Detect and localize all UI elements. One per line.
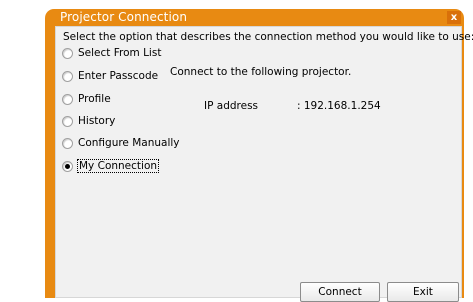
option-label: Profile (78, 93, 111, 105)
exit-button[interactable]: Exit (387, 282, 459, 302)
ip-address-value: : 192.168.1.254 (297, 100, 381, 112)
option-configure-manually[interactable]: Configure Manually (62, 136, 180, 150)
connect-button[interactable]: Connect (300, 282, 380, 302)
projector-connection-window: Projector Connection x Select the option… (45, 9, 473, 302)
close-button[interactable]: x (447, 11, 461, 24)
option-label: History (78, 115, 116, 127)
radio-button[interactable] (62, 137, 73, 149)
dialog-body: Select the option that describes the con… (55, 26, 473, 302)
close-icon: x (450, 12, 458, 23)
option-enter-passcode[interactable]: Enter Passcode (62, 69, 158, 83)
option-label: Select From List (78, 47, 162, 59)
option-label: Enter Passcode (78, 70, 159, 82)
option-select-from-list[interactable]: Select From List (62, 46, 161, 60)
radio-button[interactable] (62, 70, 73, 82)
radio-button[interactable] (62, 47, 73, 59)
radio-button[interactable] (62, 93, 73, 105)
connect-description: Connect to the following projector. (170, 66, 352, 78)
option-history[interactable]: History (62, 114, 115, 128)
option-label: Configure Manually (78, 137, 180, 149)
ip-address-label: IP address (204, 100, 259, 112)
option-label: My Connection (76, 159, 160, 173)
window-title: Projector Connection (60, 10, 188, 24)
radio-button-selected[interactable] (62, 160, 73, 172)
instruction-text: Select the option that describes the con… (63, 31, 473, 43)
radio-button[interactable] (62, 115, 73, 127)
option-profile[interactable]: Profile (62, 92, 111, 106)
title-bar[interactable]: Projector Connection x (45, 9, 464, 26)
option-my-connection[interactable]: My Connection (62, 159, 160, 173)
